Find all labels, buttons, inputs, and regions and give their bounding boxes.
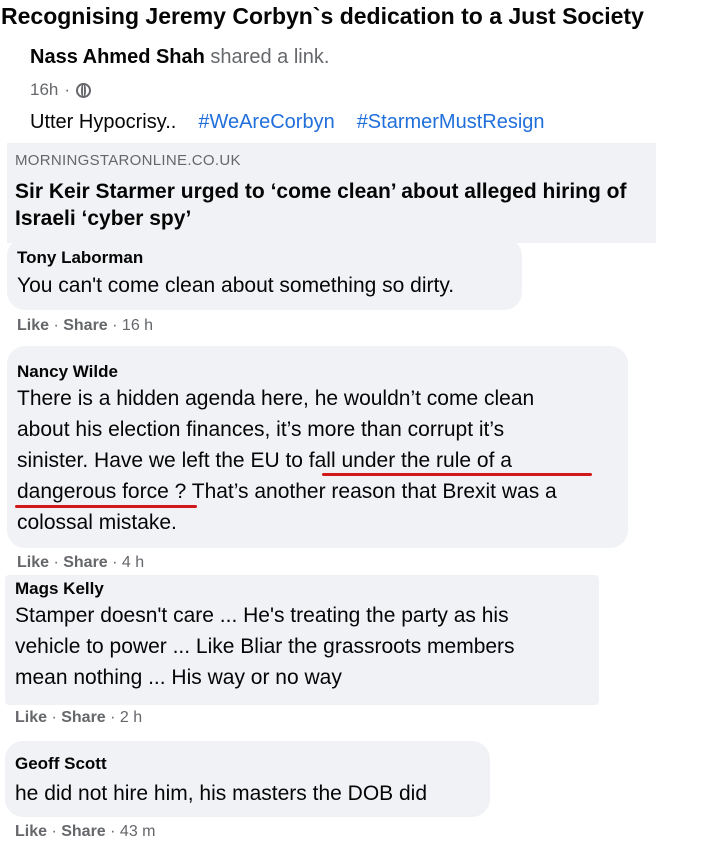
post-meta: 16h · bbox=[30, 80, 92, 100]
comment-text: There is a hidden agenda here, he wouldn… bbox=[17, 383, 557, 538]
comment-line: sinister. Have we left the EU to fall un… bbox=[17, 449, 512, 472]
red-underline-annotation bbox=[322, 473, 592, 476]
comment-actions: Like · Share · 2 h bbox=[15, 709, 143, 726]
comment-actions: Like · Share · 16 h bbox=[17, 317, 154, 334]
hashtag-wearecorbyn[interactable]: #WeAreCorbyn bbox=[198, 111, 334, 134]
link-title[interactable]: Sir Keir Starmer urged to ‘come clean’ a… bbox=[15, 178, 655, 232]
share-button[interactable]: Share bbox=[61, 823, 105, 840]
share-button[interactable]: Share bbox=[63, 554, 107, 571]
like-button[interactable]: Like bbox=[17, 554, 49, 571]
hashtag-starmermustresign[interactable]: #StarmerMustResign bbox=[357, 111, 545, 134]
comment-line: vehicle to power ... Like Bliar the gras… bbox=[15, 635, 515, 658]
comment-line: about his election finances, it’s more t… bbox=[17, 418, 505, 441]
globe-icon bbox=[76, 82, 92, 98]
like-button[interactable]: Like bbox=[15, 709, 47, 726]
red-underline-annotation bbox=[15, 505, 197, 508]
comment-author[interactable]: Nancy Wilde bbox=[17, 362, 118, 382]
group-title[interactable]: Recognising Jeremy Corbyn`s dedication t… bbox=[1, 3, 644, 30]
comment-text: You can't come clean about something so … bbox=[17, 274, 455, 297]
comment-line: There is a hidden agenda here, he wouldn… bbox=[17, 387, 535, 410]
comment-actions: Like · Share · 43 m bbox=[15, 823, 156, 840]
comment-text: Stamper doesn't care ... He's treating t… bbox=[15, 600, 515, 693]
post-header: Nass Ahmed Shah shared a link. bbox=[30, 46, 329, 69]
comment-author[interactable]: Tony Laborman bbox=[17, 248, 143, 268]
comment-author[interactable]: Mags Kelly bbox=[15, 579, 104, 599]
post-text: Utter Hypocrisy.. #WeAreCorbyn #StarmerM… bbox=[30, 111, 545, 134]
like-button[interactable]: Like bbox=[15, 823, 47, 840]
post-time[interactable]: 16h bbox=[30, 80, 58, 100]
comment-time[interactable]: 4 h bbox=[122, 554, 144, 571]
like-button[interactable]: Like bbox=[17, 317, 49, 334]
post-body: Utter Hypocrisy.. bbox=[30, 111, 177, 133]
comment-text: he did not hire him, his masters the DOB… bbox=[15, 782, 428, 805]
post-author[interactable]: Nass Ahmed Shah bbox=[30, 46, 205, 68]
comment-actions: Like · Share · 4 h bbox=[17, 554, 145, 571]
share-button[interactable]: Share bbox=[63, 317, 107, 334]
comment-time[interactable]: 2 h bbox=[120, 709, 142, 726]
comment-line: mean nothing ... His way or no way bbox=[15, 666, 342, 689]
share-button[interactable]: Share bbox=[61, 709, 105, 726]
post-action: shared a link. bbox=[204, 46, 330, 68]
comment-line: colossal mistake. bbox=[17, 511, 177, 534]
link-domain: MORNINGSTARONLINE.CO.UK bbox=[15, 152, 241, 169]
comment-time[interactable]: 43 m bbox=[120, 823, 156, 840]
comment-line: dangerous force ? That’s another reason … bbox=[17, 480, 557, 503]
comment-line: Stamper doesn't care ... He's treating t… bbox=[15, 604, 509, 627]
comment-author[interactable]: Geoff Scott bbox=[15, 754, 107, 774]
comment-time[interactable]: 16 h bbox=[122, 317, 153, 334]
